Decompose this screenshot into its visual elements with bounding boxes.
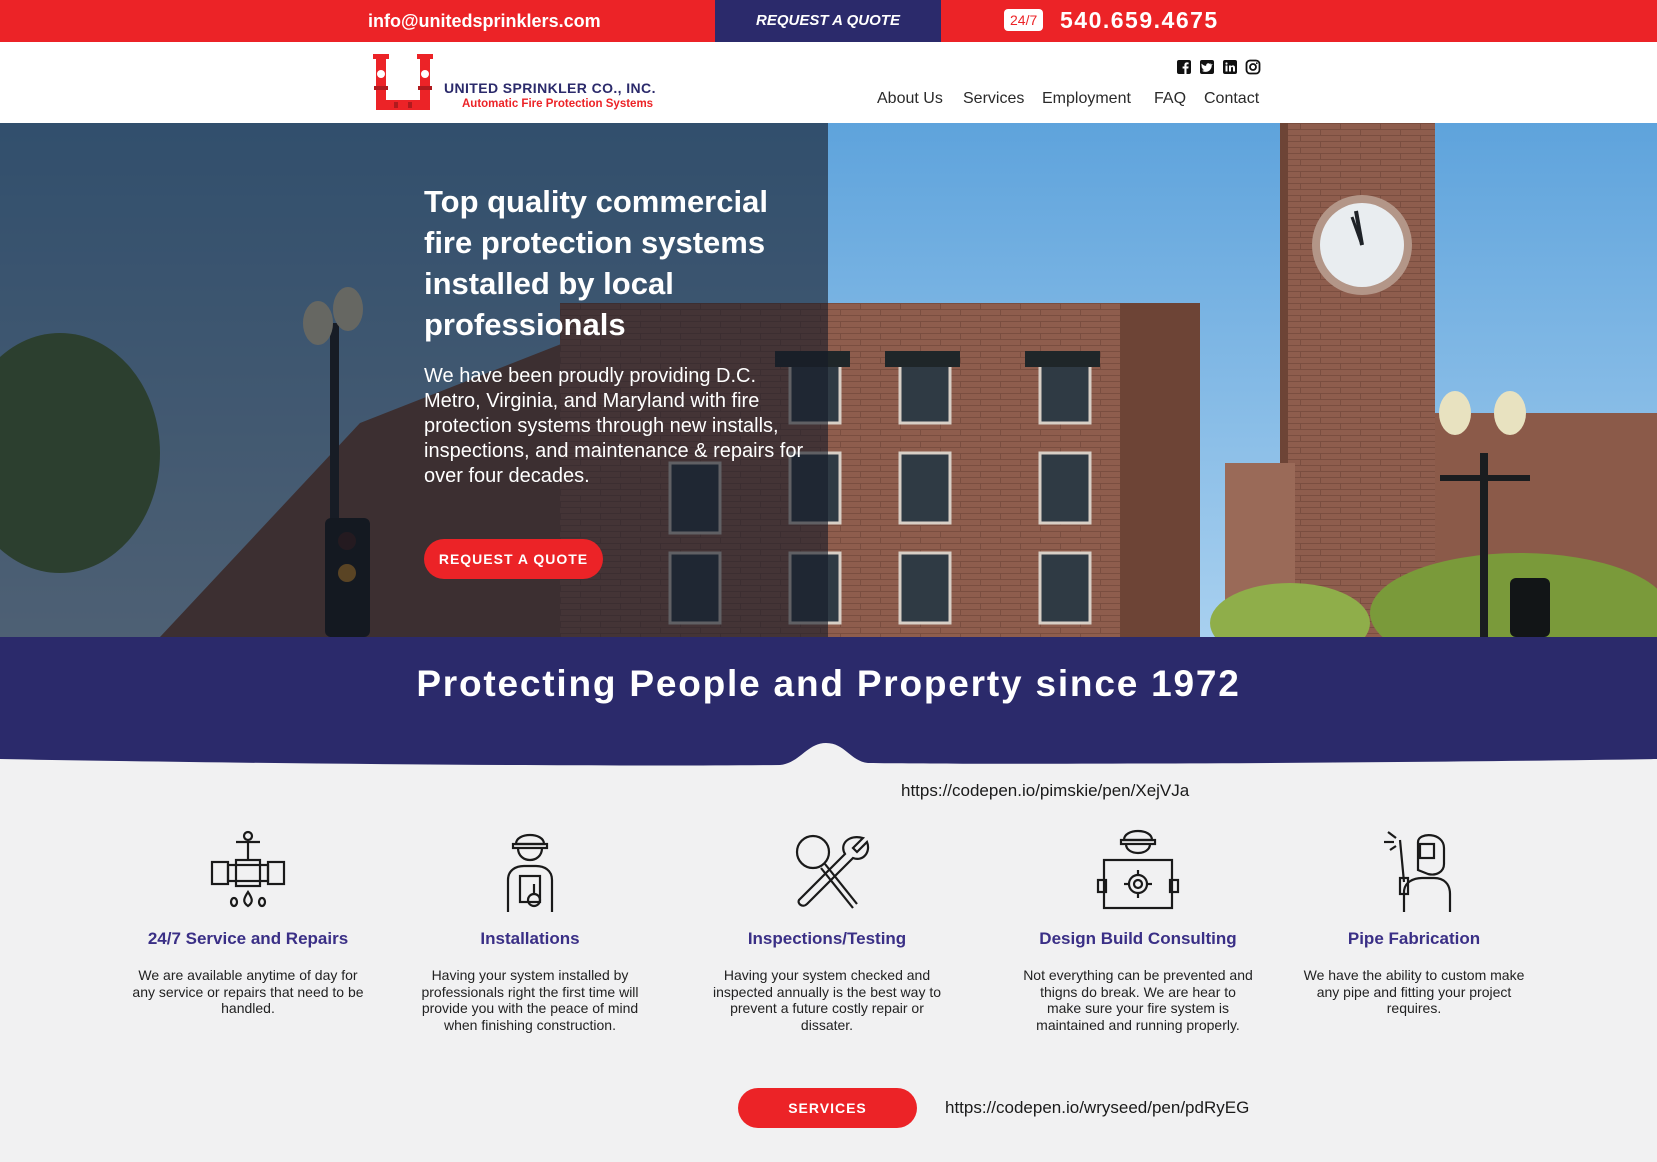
nav-faq[interactable]: FAQ — [1154, 84, 1186, 114]
service-title-repairs: 24/7 Service and Repairs — [147, 929, 349, 948]
247-badge: 24/7 — [1004, 9, 1044, 31]
phone-link[interactable]: 540.659.4675 — [1060, 0, 1219, 42]
hero-title: Top quality commercial fire protection s… — [424, 184, 768, 342]
service-text-repairs: We are available anytime of day for any … — [132, 967, 364, 1016]
site-header: UNITED SPRINKLER CO., INC. Automatic Fir… — [0, 42, 1657, 123]
hero-request-quote-button[interactable]: REQUEST A QUOTE — [424, 539, 603, 579]
twitter-icon[interactable] — [1199, 59, 1215, 75]
service-title-installations: Installations — [480, 929, 580, 948]
codepen-url-2[interactable]: https://codepen.io/wryseed/pen/pdRyEG — [945, 1098, 1249, 1118]
facebook-icon[interactable] — [1176, 59, 1192, 75]
logo-company-name: UNITED SPRINKLER CO., INC. — [444, 80, 656, 96]
pipe-valve-icon — [210, 830, 286, 908]
service-text-fabrication: We have the ability to custom make any p… — [1303, 967, 1525, 1016]
email-link[interactable]: info@unitedsprinklers.com — [368, 0, 601, 42]
service-card-design[interactable]: Design Build Consulting Not everything c… — [1018, 820, 1258, 1033]
logo-mark-icon — [373, 54, 433, 110]
service-title-fabrication: Pipe Fabrication — [1347, 929, 1481, 948]
blueprint-worker-icon — [1096, 829, 1180, 910]
service-title-inspections: Inspections/Testing — [747, 929, 907, 948]
nav-contact[interactable]: Contact — [1204, 84, 1259, 114]
service-card-fabrication[interactable]: Pipe Fabrication We have the ability to … — [1294, 820, 1534, 1017]
request-quote-top-button[interactable]: REQUEST A QUOTE — [715, 0, 941, 42]
services-button[interactable]: SERVICES — [738, 1088, 917, 1128]
service-text-installations: Having your system installed by professi… — [421, 967, 639, 1033]
codepen-url-1[interactable]: https://codepen.io/pimskie/pen/XejVJa — [901, 781, 1189, 801]
hero-section: Top quality commercial fire protection s… — [0, 123, 1657, 637]
service-card-repairs[interactable]: 24/7 Service and Repairs We are availabl… — [128, 820, 368, 1017]
tagline-heading: Protecting People and Property since 197… — [416, 663, 1241, 704]
nav-employment[interactable]: Employment — [1042, 84, 1131, 114]
nav-about-us[interactable]: About Us — [877, 84, 943, 114]
service-title-design: Design Build Consulting — [1039, 929, 1237, 948]
top-bar: info@unitedsprinklers.com REQUEST A QUOT… — [0, 0, 1657, 42]
tools-icon — [795, 834, 870, 909]
service-card-inspections[interactable]: Inspections/Testing Having your system c… — [707, 820, 947, 1033]
instagram-icon[interactable] — [1245, 59, 1261, 75]
linkedin-icon[interactable] — [1222, 59, 1238, 75]
hero-description: We have been proudly providing D.C. Metr… — [424, 365, 804, 487]
nav-services[interactable]: Services — [963, 84, 1024, 114]
worker-icon — [506, 833, 554, 912]
service-text-inspections: Having your system checked and inspected… — [712, 967, 942, 1033]
logo-tagline: Automatic Fire Protection Systems — [462, 98, 654, 110]
company-logo[interactable]: UNITED SPRINKLER CO., INC. Automatic Fir… — [368, 52, 708, 118]
welder-icon — [1384, 831, 1452, 912]
service-text-design: Not everything can be prevented and thig… — [1023, 967, 1253, 1033]
service-card-installations[interactable]: Installations Having your system install… — [410, 820, 650, 1033]
